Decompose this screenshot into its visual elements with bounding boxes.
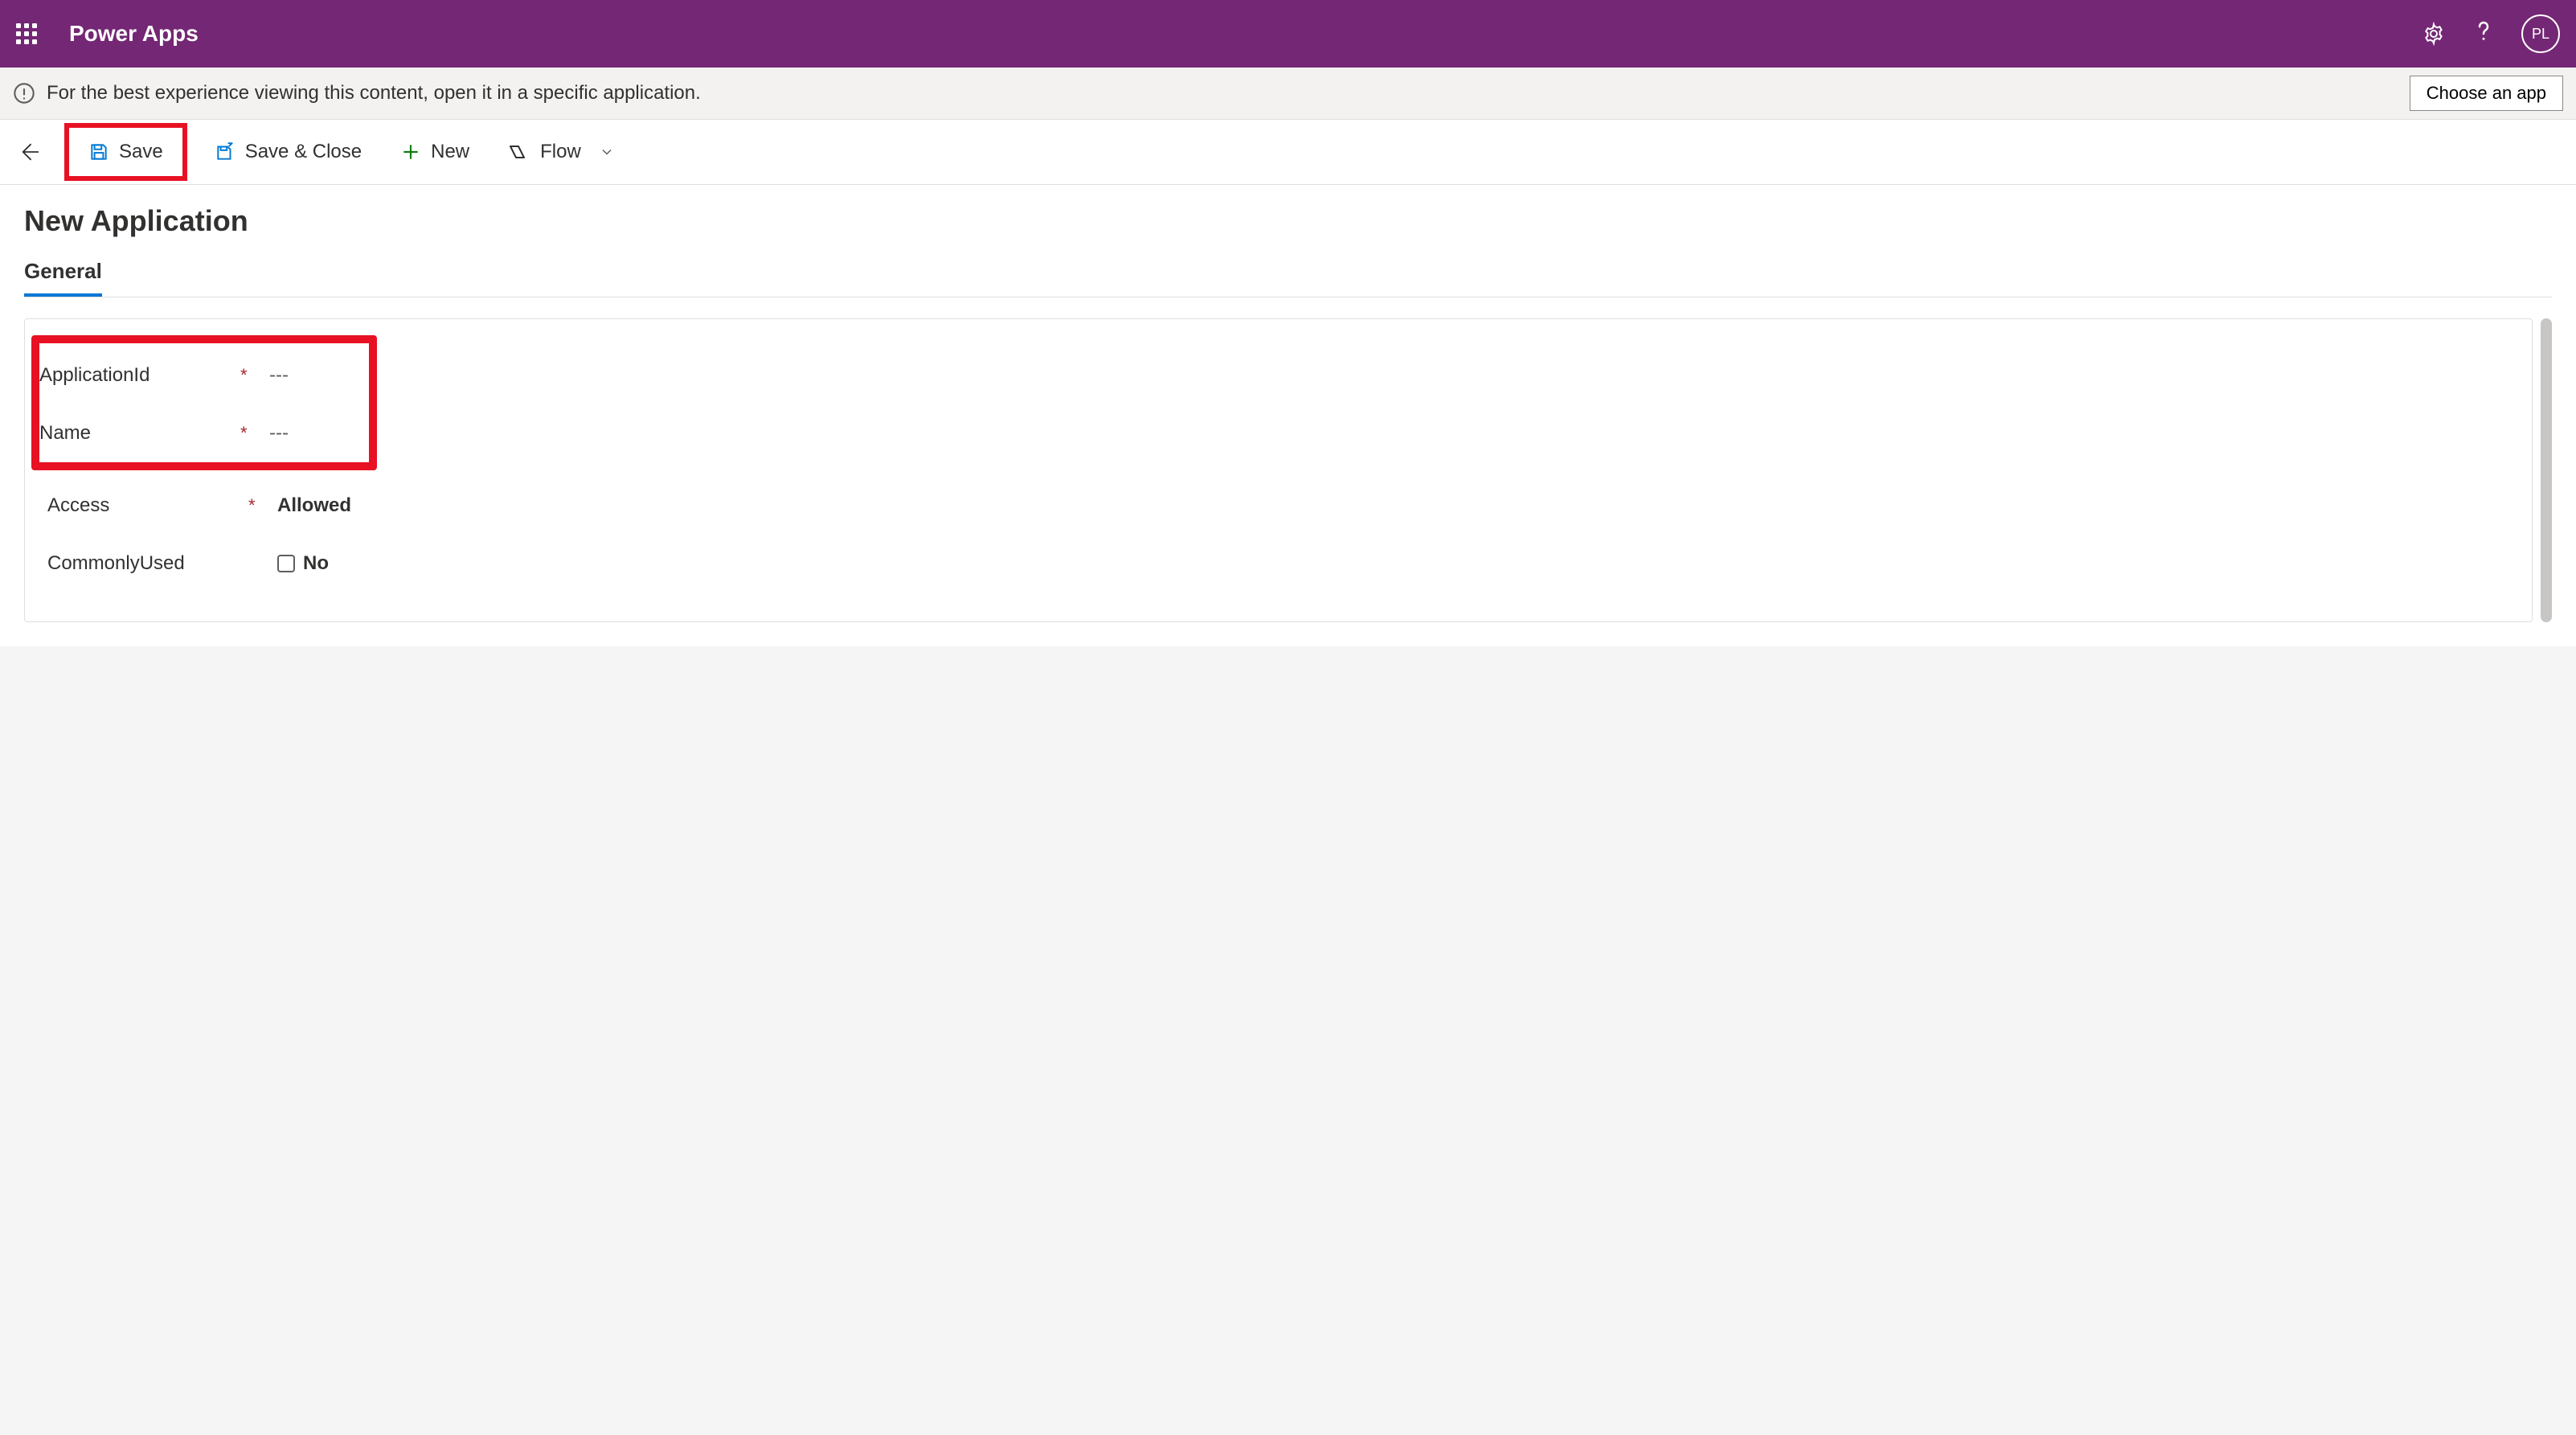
info-icon	[13, 82, 35, 105]
scrollbar[interactable]	[2541, 318, 2552, 622]
back-button[interactable]	[16, 137, 45, 166]
flow-label: Flow	[540, 141, 581, 163]
info-message: For the best experience viewing this con…	[47, 82, 2410, 105]
field-row-applicationid: ApplicationId * ---	[39, 346, 356, 404]
field-value-applicationid[interactable]: ---	[269, 364, 289, 387]
new-button[interactable]: New	[392, 136, 477, 168]
field-value-name[interactable]: ---	[269, 422, 289, 445]
flow-button[interactable]: Flow	[500, 136, 623, 168]
settings-gear-icon[interactable]	[2422, 22, 2446, 46]
checkbox-unchecked-icon[interactable]	[277, 555, 295, 572]
app-header: Power Apps PL	[0, 0, 2576, 68]
field-value-access[interactable]: Allowed	[277, 494, 351, 517]
chevron-down-icon	[599, 144, 615, 160]
required-marker: *	[240, 365, 269, 386]
field-label: Name	[39, 422, 240, 445]
field-row-access: Access * Allowed	[47, 477, 2509, 535]
help-icon[interactable]	[2472, 18, 2496, 49]
field-label: Access	[47, 494, 248, 517]
save-label: Save	[119, 141, 163, 163]
user-avatar[interactable]: PL	[2521, 14, 2560, 53]
info-bar: For the best experience viewing this con…	[0, 68, 2576, 120]
main-content: New Application General ApplicationId * …	[0, 185, 2576, 646]
command-bar: Save Save & Close New Flow	[0, 120, 2576, 185]
app-title: Power Apps	[69, 21, 2422, 47]
commonlyused-value-text: No	[303, 552, 329, 575]
save-close-label: Save & Close	[245, 141, 362, 163]
save-highlight-annotation: Save	[64, 123, 187, 181]
field-label: ApplicationId	[39, 364, 240, 387]
tab-strip: General	[24, 259, 2552, 297]
new-label: New	[431, 141, 469, 163]
form-card: ApplicationId * --- Name * --- Access * …	[24, 318, 2533, 622]
waffle-menu-icon[interactable]	[16, 23, 37, 44]
choose-app-button[interactable]: Choose an app	[2410, 76, 2563, 111]
field-row-name: Name * ---	[39, 404, 356, 462]
fields-highlight-annotation: ApplicationId * --- Name * ---	[31, 335, 377, 470]
required-marker: *	[240, 423, 269, 444]
field-row-commonlyused: CommonlyUsed No	[47, 535, 2509, 592]
page-title: New Application	[24, 204, 2552, 238]
tab-general[interactable]: General	[24, 259, 102, 297]
field-label: CommonlyUsed	[47, 552, 248, 575]
save-button[interactable]: Save	[80, 136, 171, 168]
save-and-close-button[interactable]: Save & Close	[207, 136, 370, 168]
field-value-commonlyused[interactable]: No	[277, 552, 329, 575]
required-marker: *	[248, 495, 277, 516]
